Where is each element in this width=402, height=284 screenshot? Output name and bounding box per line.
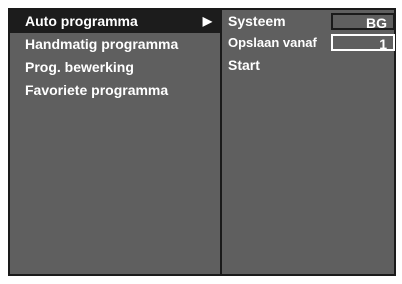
store-from-label: Opslaan vanaf xyxy=(228,35,317,50)
arrow-right-icon: ▶ xyxy=(202,14,212,28)
menu-item-label: Favoriete programma xyxy=(25,82,169,98)
system-value-field[interactable]: BG xyxy=(331,13,395,31)
menu-item-prog-bewerking[interactable]: Prog. bewerking xyxy=(10,56,220,79)
tv-osd-menu: Auto programma ▶ Handmatig programma Pro… xyxy=(8,8,396,276)
menu-item-auto-programma[interactable]: Auto programma ▶ xyxy=(10,10,220,33)
main-menu: Auto programma ▶ Handmatig programma Pro… xyxy=(10,10,220,102)
menu-item-label: Prog. bewerking xyxy=(25,59,134,75)
system-row[interactable]: Systeem BG xyxy=(222,10,395,32)
start-row[interactable]: Start xyxy=(222,54,394,76)
system-label: Systeem xyxy=(228,13,286,29)
start-label: Start xyxy=(228,57,260,73)
menu-item-favoriete-programma[interactable]: Favoriete programma xyxy=(10,79,220,102)
store-from-value-field[interactable]: 1 xyxy=(331,34,395,52)
menu-item-handmatig-programma[interactable]: Handmatig programma xyxy=(10,33,220,56)
auto-programma-submenu: Systeem BG Opslaan vanaf 1 Start xyxy=(222,10,395,76)
store-from-row[interactable]: Opslaan vanaf 1 xyxy=(222,32,395,54)
menu-item-label: Handmatig programma xyxy=(25,36,179,52)
menu-item-label: Auto programma xyxy=(25,13,138,29)
